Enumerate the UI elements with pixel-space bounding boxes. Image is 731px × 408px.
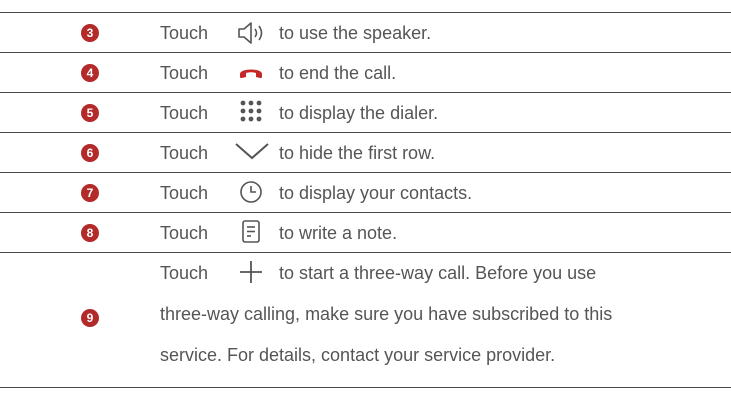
step-number-badge: 9 bbox=[81, 309, 99, 327]
step-text: Touch to use the speaker. bbox=[160, 22, 431, 44]
table-row: 8 Touch to write a note. bbox=[0, 212, 731, 253]
table-row: 6 Touch to hide the first row. bbox=[0, 132, 731, 173]
step-description: to display the dialer. bbox=[279, 103, 439, 123]
step-text: Touch to start a three-way call. Before … bbox=[160, 261, 596, 284]
dialpad-icon bbox=[240, 100, 262, 122]
touch-label: Touch bbox=[160, 223, 209, 243]
touch-label: Touch bbox=[160, 103, 209, 123]
step-number-badge: 4 bbox=[81, 64, 99, 82]
table-row: 9 Touch to start a three-way call. Befor… bbox=[0, 252, 731, 388]
step-description: to use the speaker. bbox=[279, 23, 432, 43]
step-text-continued: service. For details, contact your servi… bbox=[160, 345, 556, 365]
step-number-badge: 8 bbox=[81, 224, 99, 242]
speaker-icon bbox=[238, 22, 263, 44]
step-text: Touch to write a note. bbox=[160, 220, 397, 244]
step-description: to start a three-way call. Before you us… bbox=[279, 263, 597, 283]
touch-label: Touch bbox=[160, 263, 209, 283]
touch-label: Touch bbox=[160, 63, 209, 83]
step-text: Touch to hide the first row. bbox=[160, 142, 435, 164]
step-description: to hide the first row. bbox=[279, 143, 436, 163]
table-row: 5 Touch to display the dialer. bbox=[0, 92, 731, 133]
step-text: Touch to display your contacts. bbox=[160, 181, 472, 204]
step-text: Touch to display the dialer. bbox=[160, 100, 438, 124]
step-number-badge: 7 bbox=[81, 184, 99, 202]
note-icon bbox=[242, 220, 260, 243]
table-row: 3 Touch to use the speaker. bbox=[0, 12, 731, 53]
step-number-badge: 6 bbox=[81, 144, 99, 162]
clock-icon bbox=[240, 181, 262, 203]
step-description: to write a note. bbox=[279, 223, 398, 243]
touch-label: Touch bbox=[160, 183, 209, 203]
table-row: 4 Touch to end the call. bbox=[0, 52, 731, 93]
step-text-continued: three-way calling, make sure you have su… bbox=[160, 304, 613, 324]
touch-label: Touch bbox=[160, 143, 209, 163]
step-number-badge: 3 bbox=[81, 24, 99, 42]
step-text: Touch to end the call. bbox=[160, 62, 396, 84]
instruction-table: 3 Touch to use the speaker. 4 Touch to e… bbox=[0, 0, 731, 408]
step-number-badge: 5 bbox=[81, 104, 99, 122]
plus-icon bbox=[240, 261, 262, 283]
step-description: to end the call. bbox=[279, 63, 397, 83]
touch-label: Touch bbox=[160, 23, 209, 43]
end-call-icon bbox=[240, 69, 262, 78]
step-description: to display your contacts. bbox=[279, 183, 473, 203]
table-row: 7 Touch to display your contacts. bbox=[0, 172, 731, 213]
chevron-down-icon bbox=[235, 143, 269, 160]
